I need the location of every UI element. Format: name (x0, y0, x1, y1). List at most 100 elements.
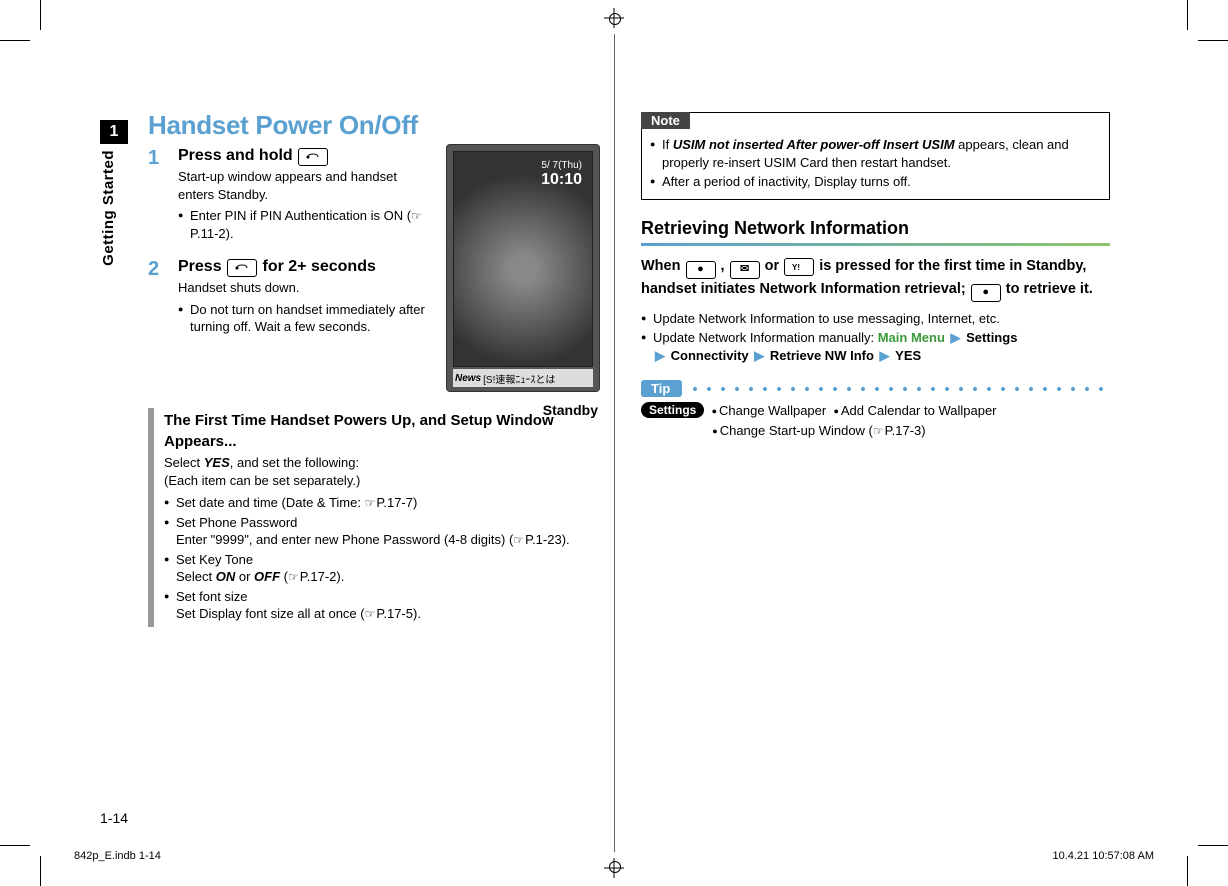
crop-mark (0, 40, 30, 41)
menu-step: Settings (966, 330, 1017, 345)
list-item: Set Key Tone Select ON or OFF ( P.17-2). (164, 551, 617, 586)
phone-clock: 5/ 7(Thu) 10:10 (541, 160, 582, 189)
note-label: Note (641, 112, 690, 129)
pointer-icon (513, 531, 525, 549)
step-bullet: Do not turn on handset immediately after… (178, 301, 428, 336)
step-desc: Start-up window appears and handset ente… (178, 168, 428, 203)
page-ref: P.17-3 (885, 423, 922, 438)
page-ref: P.17-7 (376, 495, 413, 510)
reg-mark (609, 861, 621, 873)
list-item: Set date and time (Date & Time: P.17-7) (164, 494, 617, 512)
center-key-icon: ● (686, 261, 716, 279)
sub-text: ). (336, 569, 344, 584)
sub-text: ). (413, 606, 421, 621)
item-text: ) (413, 495, 417, 510)
page-ref: P.11-2 (190, 226, 226, 241)
arrow-icon: ▶ (951, 330, 961, 345)
note-text: After a period of inactivity, Display tu… (662, 174, 911, 189)
bullet-text: Enter PIN if PIN Authentication is ON ( (190, 208, 411, 223)
reg-mark (609, 13, 621, 25)
intro-text: When (641, 258, 685, 274)
step-title-text: Press and hold (178, 147, 297, 164)
note-strong: USIM not inserted After power-off Insert… (673, 137, 955, 152)
sub-strong: OFF (254, 569, 280, 584)
tip-item: Change Wallpaper (719, 403, 826, 418)
step-1: 1 Press and hold Start-up window appears… (148, 147, 428, 244)
power-key-icon (298, 148, 328, 166)
tip-dot-icon (712, 423, 719, 438)
network-intro: When ● , ✉ or Y! is pressed for the firs… (641, 256, 1110, 302)
callout-text: , and set the following: (230, 455, 359, 470)
tip-body: Settings Change Wallpaper Add Calendar t… (641, 401, 1110, 440)
network-bullet: Update Network Information manually: Mai… (641, 329, 1110, 364)
menu-step: YES (895, 348, 921, 363)
list-item: Set font size Set Display font size all … (164, 588, 617, 623)
pointer-icon (873, 421, 885, 441)
step-2: 2 Press for 2+ seconds Handset shuts dow… (148, 258, 428, 338)
heading-underline (641, 243, 1110, 246)
item-sub: Enter "9999", and enter new Phone Passwo… (176, 531, 617, 549)
footer-filename: 842p_E.indb 1-14 (74, 850, 161, 862)
list-item: Set Phone Password Enter "9999", and ent… (164, 514, 617, 549)
page-ref: P.17-5 (376, 606, 413, 621)
pointer-icon (288, 568, 300, 586)
crop-mark (0, 845, 30, 846)
tip-dots (688, 387, 1110, 391)
sub-text: or (235, 569, 254, 584)
note-box: Note If USIM not inserted After power-of… (641, 112, 1110, 200)
sub-text: Select (176, 569, 216, 584)
step-title-text: Press (178, 258, 226, 275)
sub-text: ( (280, 569, 288, 584)
tip-dot-icon (712, 403, 719, 418)
note-item: After a period of inactivity, Display tu… (650, 173, 1101, 191)
phone-ticker: News [S!速報ﾆｭｰｽとは (453, 369, 593, 387)
item-text: Set date and time (Date & Time: (176, 495, 365, 510)
tip-item: Change Start-up Window ( (720, 423, 873, 438)
step-title-text: for 2+ seconds (263, 258, 376, 275)
crop-mark (1187, 856, 1188, 886)
crop-mark (1187, 0, 1188, 30)
page-number: 1-14 (100, 810, 128, 826)
phone-time: 10:10 (541, 171, 582, 189)
sub-text: Enter "9999", and enter new Phone Passwo… (176, 532, 513, 547)
page-title: Handset Power On/Off (148, 110, 617, 141)
section-heading: Retrieving Network Information (641, 218, 1110, 239)
bullet-text: Update Network Information manually: (653, 330, 878, 345)
item-sub: Select ON or OFF ( P.17-2). (176, 568, 617, 586)
first-time-callout: The First Time Handset Powers Up, and Se… (148, 408, 617, 627)
bullet-text: ). (226, 226, 234, 241)
bullet-text: Do not turn on handset immediately after… (190, 302, 425, 335)
callout-text: Select (164, 455, 204, 470)
yahoo-key-icon: Y! (784, 258, 814, 276)
pointer-icon (365, 605, 377, 623)
figure-caption: Standby (446, 402, 606, 418)
power-key-icon (227, 259, 257, 277)
page-ref: P.1-23 (525, 532, 562, 547)
settings-badge: Settings (641, 402, 704, 418)
crop-mark (1198, 845, 1228, 846)
callout-line: Select YES, and set the following: (164, 454, 617, 472)
arrow-icon: ▶ (754, 348, 764, 363)
page-ref: P.17-2 (300, 569, 337, 584)
intro-text: to retrieve it. (1006, 281, 1093, 297)
menu-step: Connectivity (671, 348, 749, 363)
standby-figure: 5/ 7(Thu) 10:10 News [S!速報ﾆｭｰｽとは Standby (446, 144, 606, 418)
intro-text: or (765, 258, 784, 274)
phone-date: 5/ 7(Thu) (541, 160, 582, 171)
menu-step: Retrieve NW Info (770, 348, 874, 363)
ticker-text: [S!速報ﾆｭｰｽとは (483, 371, 555, 386)
arrow-icon: ▶ (655, 348, 665, 363)
intro-text: , (721, 258, 729, 274)
callout-strong: YES (204, 455, 230, 470)
item-text: Set Phone Password (176, 515, 297, 530)
tip-item: ) (921, 423, 925, 438)
item-text: Set Key Tone (176, 552, 253, 567)
svg-text:Y!: Y! (792, 263, 800, 272)
step-number: 2 (148, 258, 166, 338)
sub-strong: ON (216, 569, 236, 584)
crop-mark (1198, 40, 1228, 41)
sub-text: ). (562, 532, 570, 547)
pointer-icon (365, 494, 377, 512)
tip-badge: Tip (641, 380, 682, 397)
phone-screenshot: 5/ 7(Thu) 10:10 News [S!速報ﾆｭｰｽとは (446, 144, 600, 392)
